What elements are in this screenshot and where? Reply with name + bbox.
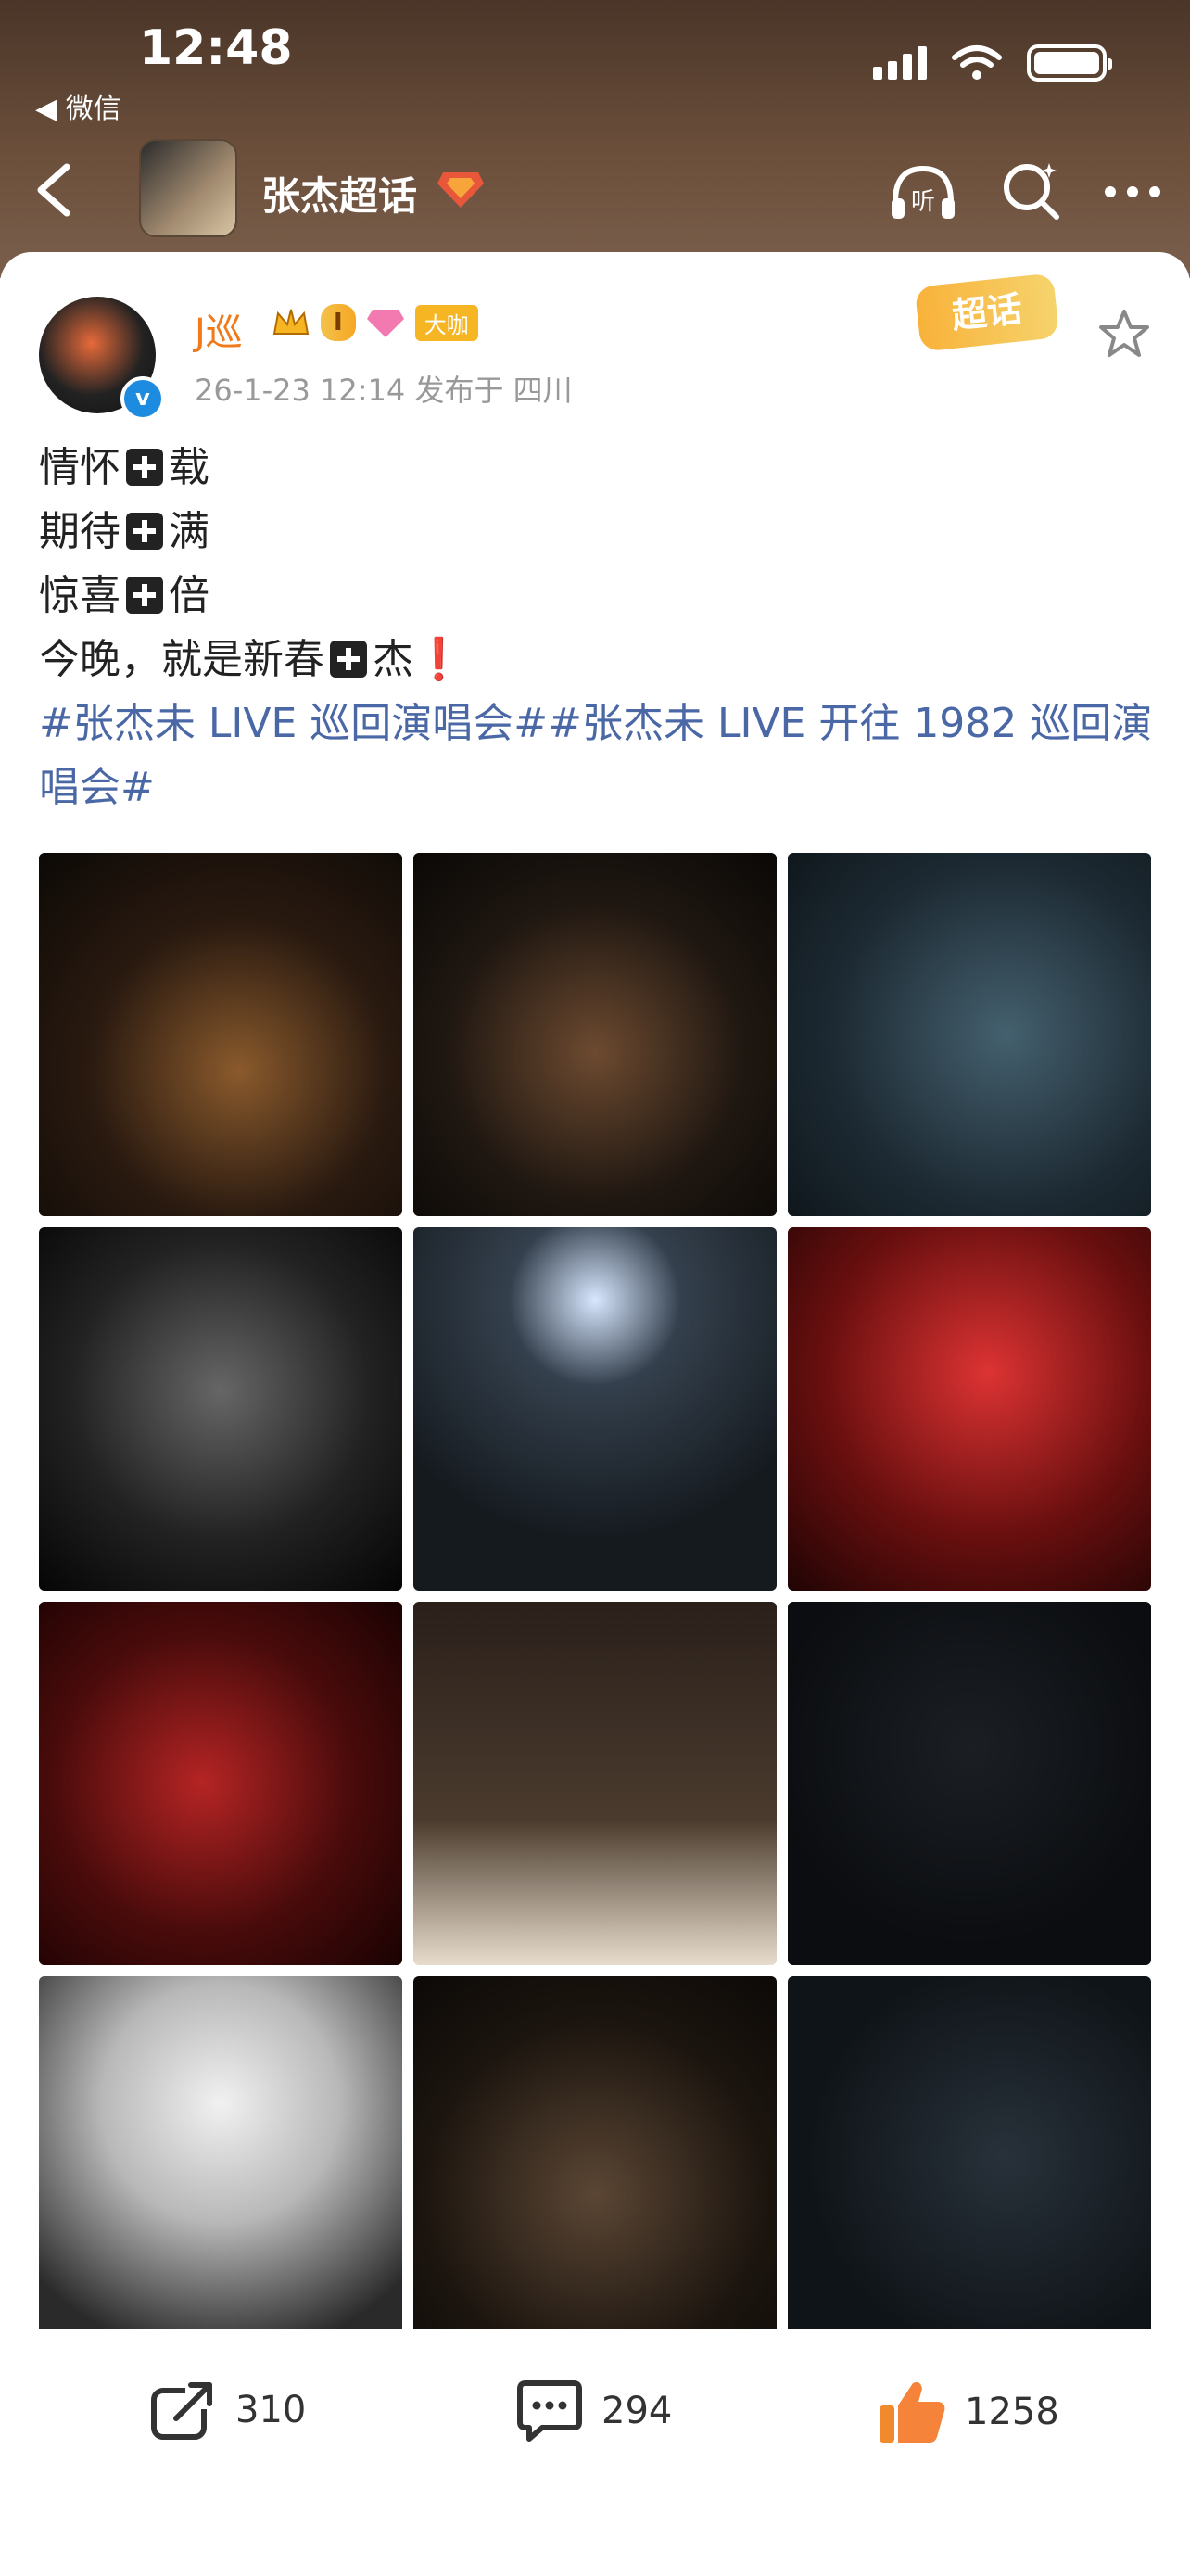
back-to-wechat[interactable]: ◀ 微信 — [35, 85, 121, 126]
more-options-icon[interactable] — [1103, 183, 1162, 201]
text-segment: 惊喜 — [39, 572, 120, 619]
photo-7[interactable] — [39, 1602, 402, 1965]
photo-3[interactable] — [788, 853, 1151, 1216]
wifi-icon — [952, 45, 1002, 80]
photo-grid — [39, 853, 1155, 2340]
topic-nav-bar: 张杰超话 听 — [0, 139, 1190, 241]
photo-2[interactable] — [413, 853, 777, 1216]
topic-title[interactable]: 张杰超话 — [261, 165, 417, 222]
text-line-2: 期待 满 — [39, 500, 1151, 564]
topic-avatar[interactable] — [139, 139, 237, 237]
post-card: v J巡 I 大咖 26-1-23 12:14 发布于 四川 超话 情怀 载 期待… — [0, 252, 1190, 2340]
topic-hashtags[interactable]: #张杰未 LIVE 巡回演唱会##张杰未 LIVE 开往 1982 巡回演 — [39, 692, 1152, 755]
crown-icon — [272, 309, 310, 335]
repost-button[interactable]: 310 — [148, 2378, 306, 2443]
status-icons — [873, 44, 1112, 82]
status-time: 12:48 — [139, 20, 293, 76]
plus-icon — [126, 577, 163, 614]
supertopic-badge[interactable]: 超话 — [914, 273, 1060, 352]
text-segment: 情怀 — [39, 444, 120, 491]
level-badge: I — [321, 304, 356, 341]
comment-count: 294 — [601, 2390, 673, 2432]
photo-6[interactable] — [788, 1227, 1151, 1591]
topic-rank-badge-icon — [437, 172, 484, 208]
author-badges: I 大咖 — [271, 304, 478, 341]
text-segment: 杰 — [373, 636, 413, 683]
author-name[interactable]: J巡 — [195, 302, 243, 356]
exclamation-icon: ❗ — [413, 636, 464, 683]
photo-4[interactable] — [39, 1227, 402, 1591]
text-segment: 满 — [169, 508, 209, 555]
text-segment: 今晚，就是新春 — [39, 636, 324, 683]
post-action-bar: 310 294 1258 — [0, 2329, 1190, 2576]
back-arrow-icon[interactable] — [28, 158, 83, 222]
text-segment: 载 — [169, 444, 209, 491]
diamond-icon — [366, 310, 404, 337]
photo-10[interactable] — [39, 1976, 402, 2340]
thumbs-up-icon — [880, 2381, 945, 2443]
repost-count: 310 — [235, 2389, 307, 2431]
text-line-3: 惊喜 倍 — [39, 564, 1151, 628]
photo-8[interactable] — [413, 1602, 777, 1965]
photo-12[interactable] — [788, 1976, 1151, 2340]
topic-hashtags-continued[interactable]: 唱会# — [39, 755, 1151, 819]
like-count: 1258 — [965, 2391, 1059, 2433]
like-button[interactable]: 1258 — [876, 2378, 1059, 2446]
plus-icon — [126, 449, 163, 486]
repost-icon — [151, 2381, 217, 2440]
text-segment: 期待 — [39, 508, 120, 555]
post-text: 情怀 载 期待 满 惊喜 倍 今晚，就是新春 杰❗ #张杰未 LIVE 巡回演唱会##张… — [39, 436, 1152, 819]
listen-headphones-icon[interactable]: 听 — [886, 159, 960, 224]
dakaka-badge: 大咖 — [414, 304, 478, 341]
comment-icon — [517, 2380, 582, 2442]
star-favorite-icon[interactable] — [1098, 308, 1150, 360]
photo-11[interactable] — [413, 1976, 777, 2340]
photo-5[interactable] — [413, 1227, 777, 1591]
verified-icon: v — [120, 376, 165, 421]
plus-icon — [330, 641, 367, 678]
text-segment: 倍 — [169, 572, 209, 619]
cellular-signal-icon — [873, 46, 927, 80]
battery-icon — [1027, 44, 1112, 82]
plus-icon — [126, 513, 163, 550]
photo-9[interactable] — [788, 1602, 1151, 1965]
comment-button[interactable]: 294 — [514, 2378, 672, 2444]
text-line-1: 情怀 载 — [39, 436, 1151, 500]
svg-text:听: 听 — [911, 188, 935, 216]
search-icon[interactable] — [1001, 161, 1062, 222]
photo-1[interactable] — [39, 853, 402, 1216]
text-line-4: 今晚，就是新春 杰❗ — [39, 628, 1151, 692]
nav-actions: 听 — [886, 159, 1162, 224]
post-meta: 26-1-23 12:14 发布于 四川 — [195, 373, 573, 408]
